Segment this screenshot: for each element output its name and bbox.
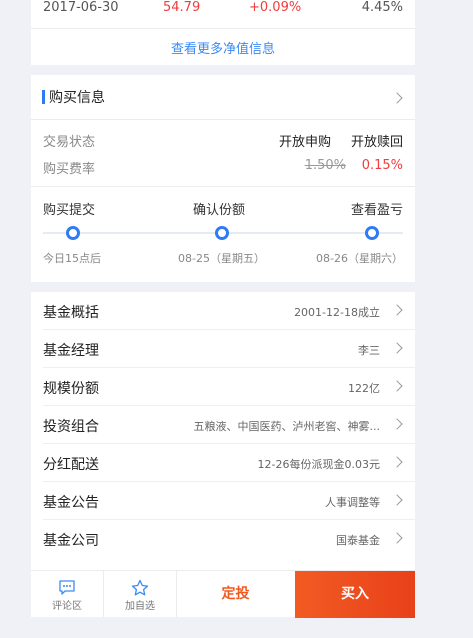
purchase-fee-label: 购买费率 (43, 162, 96, 177)
net-value-row: 2017-06-30 54.79 +0.09% 4.45% (31, 0, 415, 19)
open-buy-status: 开放申购 (278, 135, 331, 150)
nav-change: +0.09% (249, 0, 302, 15)
list-item-label: 分红配送 (43, 457, 99, 473)
fixed-investment-button[interactable]: 定投 (176, 571, 295, 617)
step-dot-profit (365, 226, 379, 240)
comment-label: 评论区 (52, 601, 82, 612)
step-label-profit: 查看盈亏 (350, 203, 403, 218)
step-dot-submit (66, 226, 80, 240)
list-item-value: 五粮液、中国医药、泸州老窖、神雾... (193, 420, 381, 433)
buy-button[interactable]: 买入 (295, 571, 415, 618)
list-item-company[interactable]: 基金公司 国泰基金 (31, 520, 415, 558)
list-item-value: 人事调整等 (325, 496, 380, 509)
list-item-portfolio[interactable]: 投资组合 五粮液、中国医药、泸州老窖、神雾... (31, 406, 415, 444)
more-net-value-link[interactable]: 查看更多净值信息 (31, 38, 415, 57)
discount-fee: 0.15% (361, 158, 403, 173)
step-sub-submit: 今日15点后 (43, 252, 101, 265)
chevron-right-icon (391, 380, 403, 392)
list-item-manager[interactable]: 基金经理 李三 (31, 330, 415, 368)
fund-detail-page: 2017-06-30 54.79 +0.09% 4.45% 查看更多净值信息 购… (31, 0, 415, 618)
list-item-label: 规模份额 (43, 381, 99, 397)
chevron-right-icon (391, 304, 403, 316)
list-item-label: 基金经理 (43, 343, 99, 359)
divider (31, 186, 415, 187)
add-watchlist-button[interactable]: 加自选 (104, 571, 176, 617)
step-sub-profit: 08-26（星期六） (316, 252, 403, 265)
purchase-fee-row: 购买费率 1.50% 0.15% (43, 158, 403, 178)
purchase-info-header[interactable]: 购买信息 (42, 86, 105, 108)
fund-info-list: 基金概括 2001-12-18成立 基金经理 李三 规模份额 122亿 投资组合… (31, 292, 415, 570)
divider (31, 28, 415, 29)
chevron-right-icon (391, 494, 403, 506)
list-item-value: 国泰基金 (336, 534, 380, 547)
section-accent-bar (42, 90, 45, 104)
step-label-submit: 购买提交 (43, 203, 96, 218)
step-dot-confirm (215, 226, 229, 240)
step-sub-confirm: 08-25（星期五） (178, 252, 265, 265)
net-value-card: 2017-06-30 54.79 +0.09% 4.45% 查看更多净值信息 (31, 0, 415, 65)
list-item-dividend[interactable]: 分红配送 12-26每份派现金0.03元 (31, 444, 415, 482)
chevron-right-icon (391, 342, 403, 354)
original-fee: 1.50% (304, 158, 346, 173)
trade-status-label: 交易状态 (43, 135, 96, 150)
purchase-info-card: 购买信息 交易状态 开放申购 开放赎回 购买费率 1.50% 0.15% 购买提… (31, 75, 415, 282)
chevron-right-icon[interactable] (391, 92, 403, 104)
nav-date: 2017-06-30 (43, 0, 119, 15)
chevron-right-icon (391, 418, 403, 430)
star-icon (131, 579, 149, 596)
watchlist-label: 加自选 (125, 601, 155, 612)
list-item-value: 12-26每份派现金0.03元 (257, 458, 380, 471)
list-item-value: 122亿 (348, 382, 380, 395)
section-title: 购买信息 (49, 90, 105, 106)
open-redeem-status: 开放赎回 (350, 135, 403, 150)
chevron-right-icon (391, 456, 403, 468)
comment-button[interactable]: 评论区 (31, 571, 103, 617)
list-item-value: 李三 (358, 344, 380, 357)
list-item-announcement[interactable]: 基金公告 人事调整等 (31, 482, 415, 520)
list-item-label: 基金概括 (43, 305, 99, 321)
nav-rate: 4.45% (361, 0, 403, 15)
bottom-action-bar: 评论区 加自选 定投 买入 (31, 570, 415, 618)
list-item-label: 投资组合 (43, 419, 99, 435)
list-item-overview[interactable]: 基金概括 2001-12-18成立 (31, 292, 415, 330)
divider (31, 119, 415, 120)
list-item-value: 2001-12-18成立 (294, 306, 380, 319)
list-item-label: 基金公司 (43, 533, 99, 549)
step-label-confirm: 确认份额 (193, 203, 246, 218)
list-item-label: 基金公告 (43, 495, 99, 511)
chevron-right-icon (391, 532, 403, 544)
nav-value: 54.79 (163, 0, 201, 15)
trade-status-row: 交易状态 开放申购 开放赎回 (43, 131, 403, 151)
list-item-scale[interactable]: 规模份额 122亿 (31, 368, 415, 406)
comment-icon (59, 580, 75, 595)
